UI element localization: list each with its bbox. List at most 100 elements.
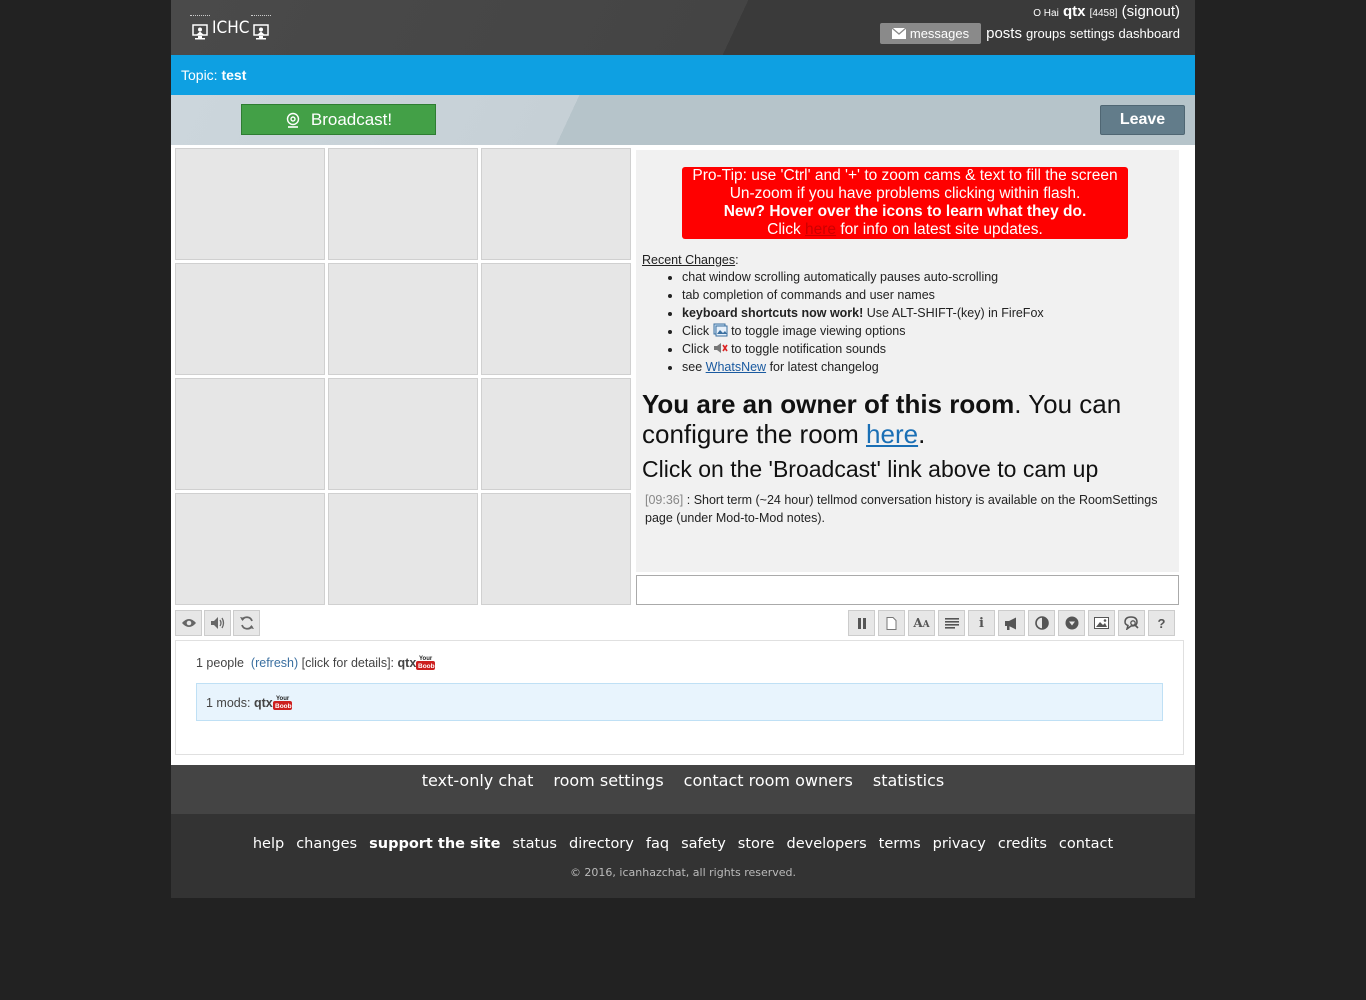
text-align-button[interactable] xyxy=(938,610,965,636)
clear-chat-button[interactable] xyxy=(878,610,905,636)
topic-value: test xyxy=(221,67,247,83)
cam-slot[interactable] xyxy=(481,493,631,605)
cam-slot[interactable] xyxy=(175,378,325,490)
keyboard-shortcuts-bold: keyboard shortcuts now work! xyxy=(682,306,864,320)
signout-link[interactable]: (signout) xyxy=(1122,3,1180,20)
image-viewer-button[interactable] xyxy=(1088,610,1115,636)
room-main: Pro-Tip: use 'Ctrl' and '+' to zoom cams… xyxy=(171,145,1195,765)
help-button[interactable]: ? xyxy=(1148,610,1175,636)
view-cams-button[interactable] xyxy=(175,610,202,636)
details-text[interactable]: [click for details]: xyxy=(302,656,394,670)
changelog-text: for latest changelog xyxy=(769,360,879,374)
footer-link-status[interactable]: status xyxy=(512,836,557,852)
youboobs-badge-icon: YourBoobs xyxy=(272,696,292,710)
nav-dashboard[interactable]: dashboard xyxy=(1119,26,1180,41)
owner-period: . xyxy=(918,419,926,449)
protip-here-link[interactable]: here xyxy=(805,221,836,238)
top-header: ICHC O Hai qtx [4458] (signout) messages… xyxy=(171,0,1195,55)
statistics-link[interactable]: statistics xyxy=(873,771,944,790)
chat-input[interactable] xyxy=(636,575,1179,605)
see-text: see xyxy=(682,360,703,374)
cam-slot[interactable] xyxy=(481,378,631,490)
refresh-link[interactable]: (refresh) xyxy=(251,656,298,670)
cam-slot[interactable] xyxy=(481,263,631,375)
footer-link-directory[interactable]: directory xyxy=(569,836,634,852)
cam-toolbar xyxy=(175,610,260,636)
cam-slot[interactable] xyxy=(328,378,478,490)
pause-button[interactable] xyxy=(848,610,875,636)
cam-slot[interactable] xyxy=(328,263,478,375)
footer-link-changes[interactable]: changes xyxy=(296,836,357,852)
heart-down-icon xyxy=(1065,616,1078,630)
footer-link-terms[interactable]: terms xyxy=(879,836,921,852)
info-button[interactable]: i xyxy=(968,610,995,636)
footer-link-credits[interactable]: credits xyxy=(998,836,1047,852)
favorite-button[interactable] xyxy=(1058,610,1085,636)
leave-button[interactable]: Leave xyxy=(1100,105,1185,135)
search-chat-button[interactable] xyxy=(1118,610,1145,636)
broadcast-bar: Broadcast! Leave xyxy=(171,95,1195,145)
site-logo[interactable]: ICHC xyxy=(190,14,272,42)
messages-button[interactable]: messages xyxy=(879,23,982,44)
info-icon: i xyxy=(979,615,984,631)
room-footer: text-only chat room settings contact roo… xyxy=(171,765,1195,814)
nav-settings[interactable]: settings xyxy=(1070,26,1115,41)
recent-changes: Recent Changes: chat window scrolling au… xyxy=(642,253,1173,376)
chat-window[interactable]: Pro-Tip: use 'Ctrl' and '+' to zoom cams… xyxy=(636,150,1179,572)
footer-link-contact[interactable]: contact xyxy=(1059,836,1113,852)
greeting-text: O Hai xyxy=(1033,8,1059,19)
configure-room-link[interactable]: here xyxy=(866,419,918,449)
footer-link-help[interactable]: help xyxy=(253,836,284,852)
refresh-icon xyxy=(239,616,254,630)
list-item: tab completion of commands and user name… xyxy=(682,286,1173,304)
contrast-button[interactable] xyxy=(1028,610,1055,636)
svg-text:Boobs: Boobs xyxy=(275,703,292,710)
keyboard-shortcuts-text: Use ALT-SHIFT-(key) in FireFox xyxy=(866,306,1044,320)
cam-up-instruction: Click on the 'Broadcast' link above to c… xyxy=(642,456,1099,482)
footer-link-support[interactable]: support the site xyxy=(369,836,500,852)
pause-icon xyxy=(857,617,866,629)
megaphone-icon xyxy=(1005,617,1016,630)
mods-list: 1 mods: qtxYourBoobs xyxy=(196,683,1163,721)
image-toggle-text: to toggle image viewing options xyxy=(731,324,906,338)
nav-posts[interactable]: posts xyxy=(986,25,1022,42)
topic-bar: Topic: test xyxy=(171,55,1195,95)
footer-link-store[interactable]: store xyxy=(738,836,775,852)
envelope-icon xyxy=(891,28,906,39)
footer-links: help changes support the site status dir… xyxy=(171,836,1195,852)
mod-name[interactable]: qtx xyxy=(254,696,273,710)
protip-line-4: Click here for info on latest site updat… xyxy=(684,221,1126,239)
room-settings-link[interactable]: room settings xyxy=(553,771,663,790)
footer-link-safety[interactable]: safety xyxy=(681,836,726,852)
cam-slot[interactable] xyxy=(175,493,325,605)
owner-notice: You are an owner of this room. You can c… xyxy=(642,389,1173,449)
list-item: Click to toggle notification sounds xyxy=(682,340,1173,358)
webcam-icon xyxy=(286,112,300,128)
nav-groups[interactable]: groups xyxy=(1026,26,1066,41)
user-name[interactable]: qtx xyxy=(398,656,417,670)
whatsnew-link[interactable]: WhatsNew xyxy=(706,360,766,374)
cam-slot[interactable] xyxy=(328,148,478,260)
topic-label: Topic: xyxy=(181,67,218,83)
cam-slot[interactable] xyxy=(175,148,325,260)
click-text: Click xyxy=(682,342,710,356)
text-only-chat-link[interactable]: text-only chat xyxy=(422,771,534,790)
cam-sound-button[interactable] xyxy=(204,610,231,636)
broadcast-button[interactable]: Broadcast! xyxy=(241,104,436,135)
font-size-button[interactable]: AA xyxy=(908,610,935,636)
font-size-icon: AA xyxy=(913,616,930,630)
owner-bold: You are an owner of this room xyxy=(642,389,1015,419)
footer-link-developers[interactable]: developers xyxy=(786,836,866,852)
footer-link-privacy[interactable]: privacy xyxy=(933,836,986,852)
user-id: [4458] xyxy=(1089,8,1118,19)
cam-slot[interactable] xyxy=(328,493,478,605)
username-link[interactable]: qtx xyxy=(1063,3,1086,20)
cam-slot[interactable] xyxy=(481,148,631,260)
system-message: [09:36] : Short term (~24 hour) tellmod … xyxy=(642,491,1173,527)
copyright: © 2016, icanhazchat, all rights reserved… xyxy=(569,866,797,879)
notify-sound-button[interactable] xyxy=(998,610,1025,636)
footer-link-faq[interactable]: faq xyxy=(646,836,669,852)
refresh-cams-button[interactable] xyxy=(233,610,260,636)
contact-owners-link[interactable]: contact room owners xyxy=(684,771,853,790)
cam-slot[interactable] xyxy=(175,263,325,375)
